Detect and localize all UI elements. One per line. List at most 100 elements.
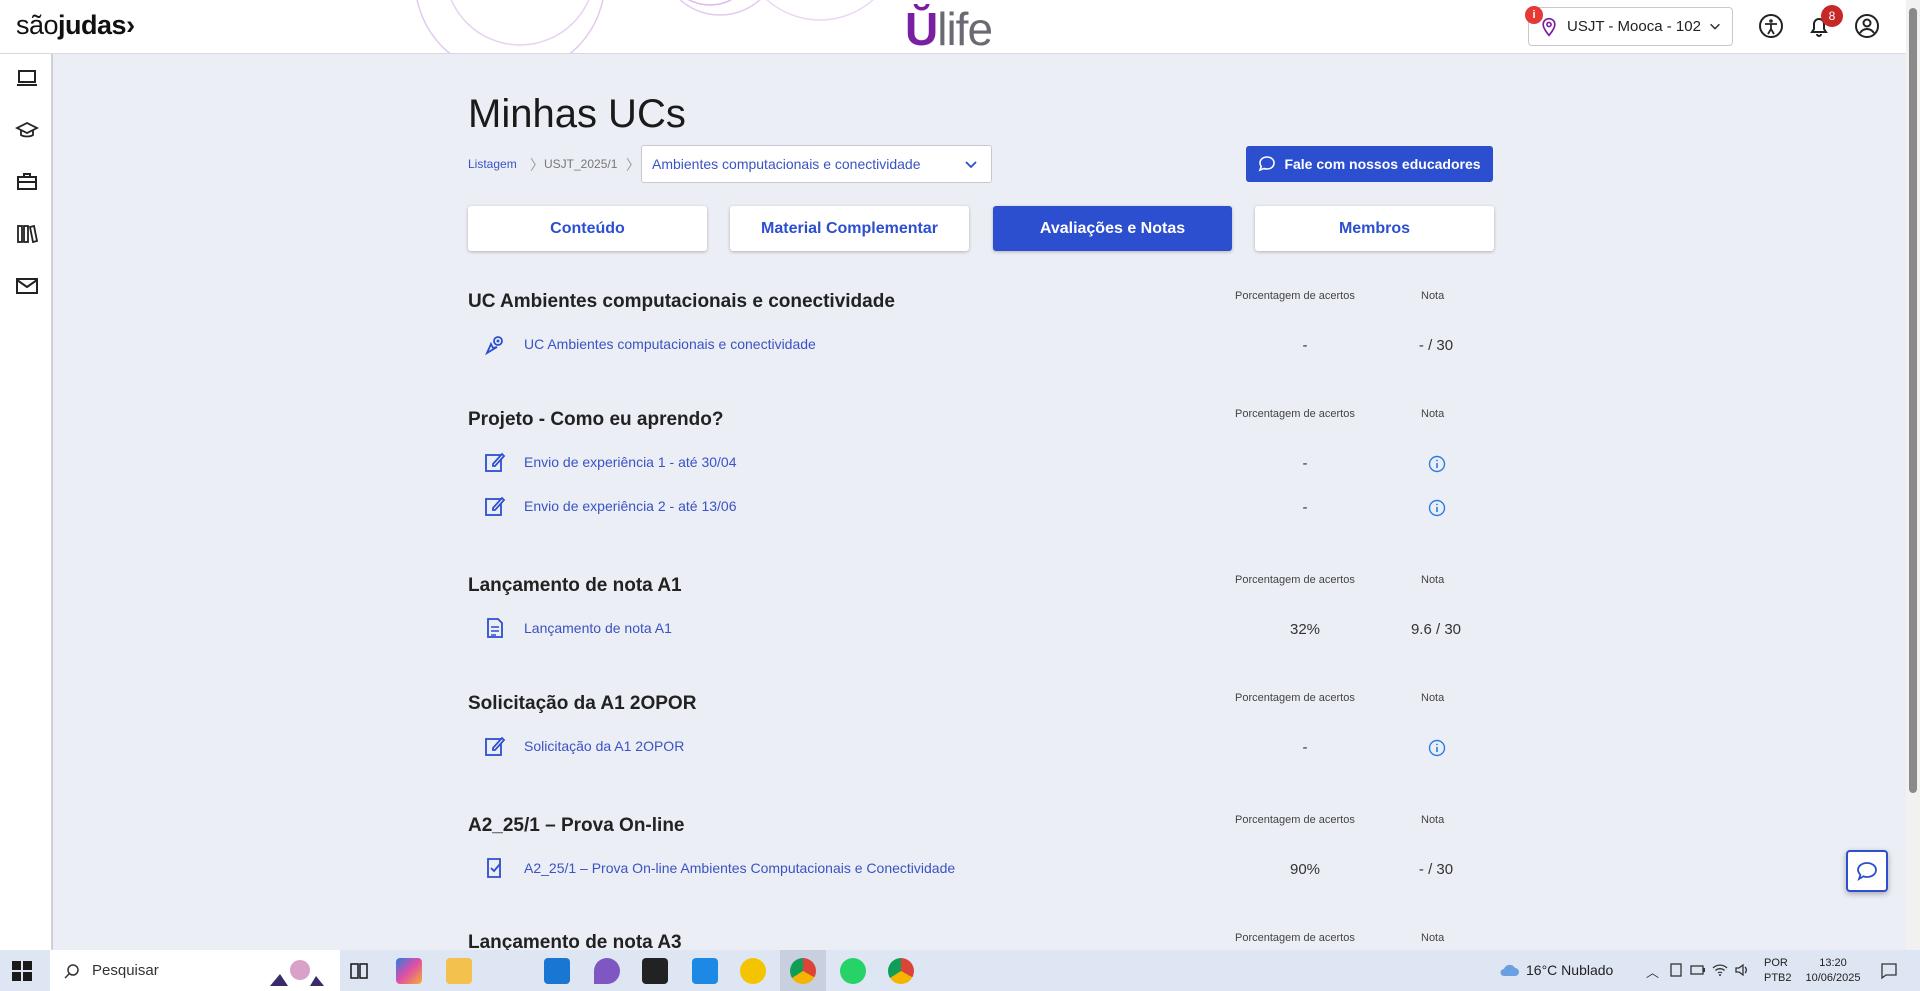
breadcrumb-semester: USJT_2025/1 <box>544 157 618 171</box>
column-header-pct: Porcentagem de acertos <box>1235 290 1355 302</box>
percentage-value: 90% <box>1289 861 1321 878</box>
link-cursor-icon <box>485 336 503 356</box>
assessment-link[interactable]: Envio de experiência 2 - até 13/06 <box>524 498 736 514</box>
laptop-icon[interactable] <box>15 66 39 90</box>
wifi-icon[interactable] <box>1712 962 1728 978</box>
column-header-pct: Porcentagem de acertos <box>1235 574 1355 586</box>
chat-bubble-icon <box>1857 862 1877 882</box>
search-highlight-icon <box>270 960 324 986</box>
tab-conteudo[interactable]: Conteúdo <box>468 206 707 251</box>
file-explorer-icon[interactable] <box>446 958 472 984</box>
grade-sheet-icon <box>487 618 503 638</box>
column-header-grade: Nota <box>1421 574 1445 586</box>
tab-material-complementar[interactable]: Material Complementar <box>730 206 969 251</box>
page-title: Minhas UCs <box>468 92 686 136</box>
user-account-icon[interactable] <box>1854 13 1880 39</box>
column-header-grade: Nota <box>1421 814 1445 826</box>
assessment-link[interactable]: A2_25/1 – Prova On-line Ambientes Comput… <box>524 860 955 876</box>
location-pin-icon <box>1542 17 1556 37</box>
search-placeholder: Pesquisar <box>92 962 159 979</box>
column-header-pct: Porcentagem de acertos <box>1235 692 1355 704</box>
campus-alert-badge: i <box>1525 6 1543 24</box>
info-icon[interactable] <box>1428 455 1446 473</box>
taskbar-search[interactable]: Pesquisar <box>50 950 340 991</box>
percentage-value: - <box>1302 499 1308 516</box>
obsidian-icon[interactable] <box>594 958 620 984</box>
edit-icon <box>485 452 506 472</box>
weather-text: 16°C Nublado <box>1526 962 1614 978</box>
chrome-icon[interactable] <box>790 958 816 984</box>
uc-select[interactable]: Ambientes computacionais e conectividade <box>641 145 992 183</box>
chat-bubble-icon <box>1259 156 1276 172</box>
notification-center-icon[interactable] <box>1880 962 1898 980</box>
column-header-grade: Nota <box>1421 692 1445 704</box>
column-header-grade: Nota <box>1421 932 1445 944</box>
taskbar-clock[interactable]: 13:20 10/06/2025 <box>1803 956 1863 986</box>
column-header-pct: Porcentagem de acertos <box>1235 814 1355 826</box>
edit-icon <box>485 496 506 516</box>
volume-icon[interactable] <box>1734 962 1750 978</box>
campus-selector[interactable]: USJT - Mooca - 102 <box>1528 7 1733 46</box>
chevron-down-icon <box>1710 23 1720 30</box>
chevron-down-icon <box>965 161 977 169</box>
figma-icon[interactable] <box>642 958 668 984</box>
input-language[interactable]: POR PTB2 <box>1764 956 1792 986</box>
column-header-grade: Nota <box>1421 290 1445 302</box>
battery-icon[interactable] <box>1690 962 1706 978</box>
whatsapp-icon[interactable] <box>840 958 866 984</box>
accessibility-icon[interactable] <box>1758 13 1784 39</box>
copilot-icon[interactable] <box>396 958 422 984</box>
saojudas-logo[interactable]: sãojudas› <box>16 10 135 41</box>
chrome-profile-icon[interactable] <box>888 958 914 984</box>
chevron-up-icon[interactable]: ︿ <box>1646 962 1659 981</box>
language-code: POR <box>1764 957 1788 969</box>
assessment-link[interactable]: Solicitação da A1 2OPOR <box>524 738 684 754</box>
breadcrumb-separator: 〉 <box>530 157 544 173</box>
uc-select-value: Ambientes computacionais e conectividade <box>652 156 921 172</box>
windows-taskbar: Pesquisar 16°C Nublado ︿ POR PTB2 13:20 … <box>0 950 1920 991</box>
info-icon[interactable] <box>1428 499 1446 517</box>
mail-icon[interactable] <box>15 274 39 298</box>
device-icon[interactable] <box>1668 962 1684 978</box>
tab-membros[interactable]: Membros <box>1255 206 1494 251</box>
assessment-link[interactable]: Envio de experiência 1 - até 30/04 <box>524 454 736 470</box>
section-title: Lançamento de nota A1 <box>468 575 682 596</box>
sidebar <box>0 54 53 950</box>
assessment-link[interactable]: UC Ambientes computacionais e conectivid… <box>524 336 816 352</box>
info-icon[interactable] <box>1428 739 1446 757</box>
vscode-icon[interactable] <box>692 958 718 984</box>
section-title: Projeto - Como eu aprendo? <box>468 409 724 430</box>
briefcase-icon[interactable] <box>15 170 39 194</box>
weather-widget[interactable]: 16°C Nublado <box>1498 962 1613 978</box>
breadcrumb-listagem[interactable]: Listagem <box>468 157 517 171</box>
library-icon[interactable] <box>15 222 39 246</box>
column-header-grade: Nota <box>1421 408 1445 420</box>
grade-value: 9.6 / 30 <box>1410 621 1462 638</box>
header-decoration <box>416 0 875 53</box>
breadcrumb-separator: 〉 <box>626 157 640 173</box>
section-title: A2_25/1 – Prova On-line <box>468 815 685 836</box>
percentage-value: - <box>1302 455 1308 472</box>
scrollbar-thumb[interactable] <box>1909 8 1917 793</box>
exam-icon <box>487 858 501 878</box>
chat-button[interactable] <box>1846 850 1888 892</box>
section-title: Solicitação da A1 2OPOR <box>468 693 697 714</box>
bing-icon[interactable] <box>740 958 766 984</box>
percentage-value: - <box>1302 739 1308 756</box>
grade-value: - / 30 <box>1418 861 1454 878</box>
windows-start-icon[interactable] <box>12 961 32 981</box>
tab-avaliacoes-notas[interactable]: Avaliações e Notas <box>993 206 1232 251</box>
percentage-value: 32% <box>1289 621 1321 638</box>
grade-value: - / 30 <box>1418 337 1454 354</box>
clock-date: 10/06/2025 <box>1805 972 1861 984</box>
contact-educators-button[interactable]: Fale com nossos educadores <box>1246 146 1493 182</box>
column-header-pct: Porcentagem de acertos <box>1235 408 1355 420</box>
outlook-icon[interactable] <box>544 958 570 984</box>
task-view-icon[interactable] <box>346 958 372 984</box>
notification-count-badge: 8 <box>1821 5 1843 27</box>
keyboard-layout: PTB2 <box>1764 972 1792 984</box>
percentage-value: - <box>1302 337 1308 354</box>
search-icon <box>64 963 79 979</box>
assessment-link[interactable]: Lançamento de nota A1 <box>524 620 672 636</box>
graduation-cap-icon[interactable] <box>15 118 39 142</box>
